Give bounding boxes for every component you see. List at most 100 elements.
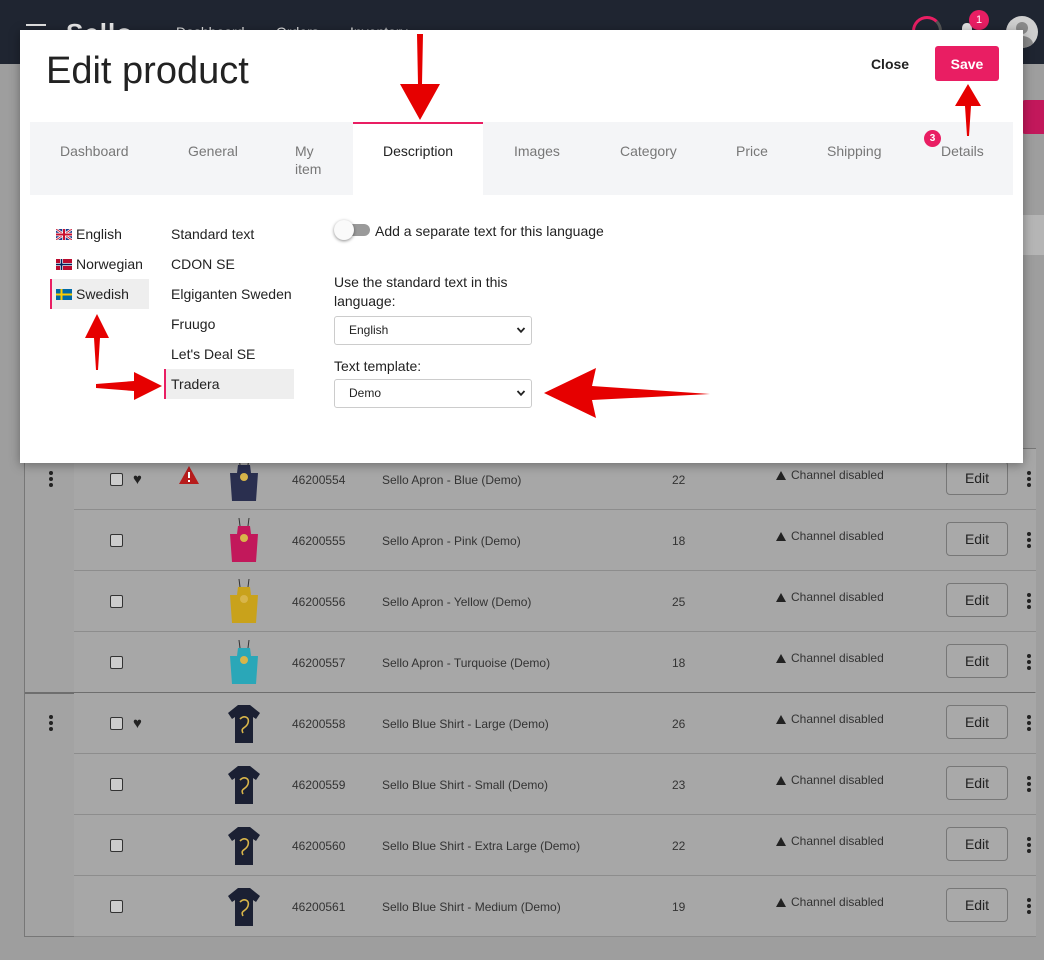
group-kebab-menu-icon[interactable] <box>49 715 53 731</box>
tab-dashboard[interactable]: Dashboard <box>60 122 129 195</box>
row-quantity: 18 <box>672 656 686 670</box>
row-checkbox[interactable] <box>110 656 123 669</box>
row-edit-button[interactable]: Edit <box>946 583 1008 617</box>
tab-shipping[interactable]: Shipping <box>827 122 882 195</box>
channel-standard-text[interactable]: Standard text <box>164 219 294 249</box>
row-edit-button[interactable]: Edit <box>946 522 1008 556</box>
channel-status-text: Channel disabled <box>791 468 884 482</box>
table-row: 46200555 Sello Apron - Pink (Demo) 18 Chann… <box>74 510 1036 571</box>
text-template-label: Text template: <box>334 358 422 374</box>
table-row: ♥ 46200558 Sello Blue Shirt - Large (Demo)… <box>74 693 1036 754</box>
row-quantity: 19 <box>672 900 686 914</box>
row-edit-button[interactable]: Edit <box>946 461 1008 495</box>
favorite-heart-icon[interactable]: ♥ <box>133 715 142 732</box>
background-action-button[interactable] <box>1022 100 1044 134</box>
row-kebab-menu-icon[interactable] <box>1027 837 1031 853</box>
row-sku: 46200561 <box>292 900 346 914</box>
tab-details[interactable]: Details <box>941 122 984 195</box>
product-table: ♥ 46200554 Sello Apron - Blue (Demo) 22 Chan… <box>24 448 1036 937</box>
table-row: 46200556 Sello Apron - Yellow (Demo) 25 Cha… <box>74 571 1036 632</box>
row-checkbox[interactable] <box>110 839 123 852</box>
channel-status-text: Channel disabled <box>791 773 884 787</box>
channel-status-text: Channel disabled <box>791 834 884 848</box>
row-kebab-menu-icon[interactable] <box>1027 471 1031 487</box>
close-button[interactable]: Close <box>862 52 918 76</box>
sweden-flag-icon <box>56 288 72 300</box>
tab-price[interactable]: Price <box>736 122 768 195</box>
language-swedish[interactable]: Swedish <box>50 279 149 309</box>
row-product-name[interactable]: Sello Blue Shirt - Medium (Demo) <box>382 900 561 914</box>
row-quantity: 22 <box>672 839 686 853</box>
row-kebab-menu-icon[interactable] <box>1027 532 1031 548</box>
table-row: 46200557 Sello Apron - Turquoise (Demo) 18… <box>74 632 1036 693</box>
row-product-name[interactable]: Sello Apron - Blue (Demo) <box>382 473 521 487</box>
row-product-name[interactable]: Sello Blue Shirt - Extra Large (Demo) <box>382 839 580 853</box>
text-template-select[interactable]: Demo <box>334 379 532 408</box>
tab-my-item[interactable]: My item <box>295 122 335 195</box>
apron-thumbnail <box>230 517 258 562</box>
channel-tradera[interactable]: Tradera <box>164 369 294 399</box>
separate-text-toggle[interactable] <box>334 220 370 240</box>
row-kebab-menu-icon[interactable] <box>1027 654 1031 670</box>
apron-thumbnail <box>230 578 258 623</box>
channel-fruugo[interactable]: Fruugo <box>164 309 294 339</box>
row-product-name[interactable]: Sello Blue Shirt - Large (Demo) <box>382 717 549 731</box>
row-checkbox[interactable] <box>110 900 123 913</box>
details-tab-badge: 3 <box>924 130 941 147</box>
language-label: Norwegian <box>76 256 143 272</box>
row-edit-button[interactable]: Edit <box>946 705 1008 739</box>
channel-cdon-se[interactable]: CDON SE <box>164 249 294 279</box>
row-sku: 46200560 <box>292 839 346 853</box>
save-button[interactable]: Save <box>935 46 999 81</box>
row-product-name[interactable]: Sello Apron - Turquoise (Demo) <box>382 656 550 670</box>
row-edit-button[interactable]: Edit <box>946 766 1008 800</box>
warning-triangle-icon <box>776 470 786 480</box>
row-checkbox[interactable] <box>110 473 123 486</box>
select-value: English <box>349 323 389 337</box>
favorite-heart-icon[interactable]: ♥ <box>133 471 142 488</box>
row-edit-button[interactable]: Edit <box>946 888 1008 922</box>
row-quantity: 22 <box>672 473 686 487</box>
chevron-down-icon <box>516 327 526 334</box>
row-quantity: 18 <box>672 534 686 548</box>
language-norwegian[interactable]: Norwegian <box>50 249 149 279</box>
row-product-name[interactable]: Sello Blue Shirt - Small (Demo) <box>382 778 548 792</box>
row-channel-status: Channel disabled <box>776 529 884 543</box>
row-kebab-menu-icon[interactable] <box>1027 715 1031 731</box>
row-edit-button[interactable]: Edit <box>946 827 1008 861</box>
row-checkbox[interactable] <box>110 717 123 730</box>
row-checkbox[interactable] <box>110 534 123 547</box>
row-kebab-menu-icon[interactable] <box>1027 593 1031 609</box>
select-value: Demo <box>349 386 382 400</box>
description-panel: English Norwegian Swedish Standard text … <box>30 195 1013 463</box>
tab-general[interactable]: General <box>188 122 238 195</box>
row-sku: 46200554 <box>292 473 346 487</box>
row-checkbox[interactable] <box>110 778 123 791</box>
channel-lets-deal-se[interactable]: Let's Deal SE <box>164 339 294 369</box>
tab-description[interactable]: Description <box>353 122 483 195</box>
row-kebab-menu-icon[interactable] <box>1027 776 1031 792</box>
row-channel-status: Channel disabled <box>776 895 884 909</box>
standard-text-language-select[interactable]: English <box>334 316 532 345</box>
row-sku: 46200559 <box>292 778 346 792</box>
warning-triangle-icon <box>776 836 786 846</box>
row-sku: 46200555 <box>292 534 346 548</box>
tab-category[interactable]: Category <box>620 122 677 195</box>
row-product-name[interactable]: Sello Apron - Pink (Demo) <box>382 534 521 548</box>
tab-images[interactable]: Images <box>514 122 560 195</box>
tab-bar: Dashboard General My item Description Im… <box>30 122 1013 195</box>
shirt-thumbnail <box>228 827 260 865</box>
uk-flag-icon <box>56 228 72 240</box>
row-product-name[interactable]: Sello Apron - Yellow (Demo) <box>382 595 531 609</box>
group-kebab-menu-icon[interactable] <box>49 471 53 487</box>
apron-thumbnail <box>230 639 258 684</box>
row-edit-button[interactable]: Edit <box>946 644 1008 678</box>
table-row: 46200559 Sello Blue Shirt - Small (Demo) 2… <box>74 754 1036 815</box>
language-english[interactable]: English <box>50 219 149 249</box>
row-kebab-menu-icon[interactable] <box>1027 898 1031 914</box>
row-checkbox[interactable] <box>110 595 123 608</box>
channel-elgiganten-sweden[interactable]: Elgiganten Sweden <box>164 279 294 309</box>
notifications-badge: 1 <box>969 10 989 30</box>
edit-product-modal: Edit product Close Save Dashboard Genera… <box>20 30 1023 463</box>
channel-status-text: Channel disabled <box>791 895 884 909</box>
